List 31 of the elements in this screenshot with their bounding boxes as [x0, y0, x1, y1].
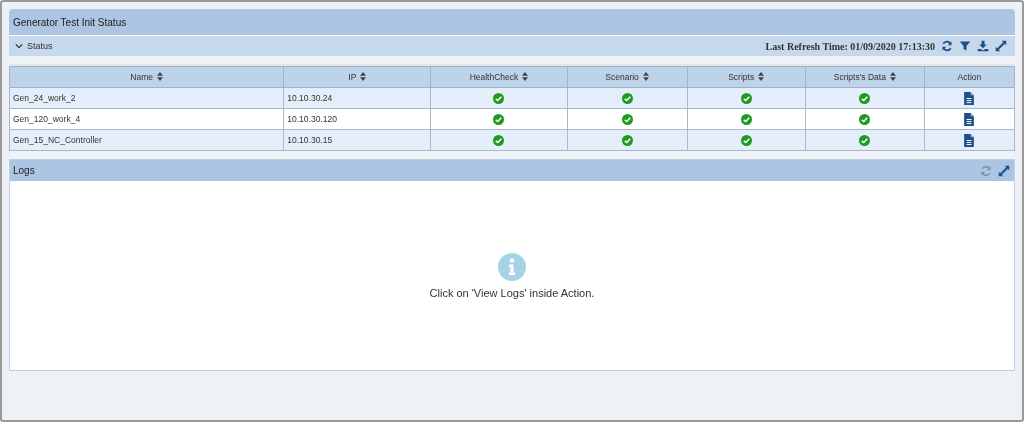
sort-icon [360, 72, 367, 81]
filter-icon[interactable] [959, 40, 971, 52]
expand-icon[interactable] [998, 164, 1010, 177]
column-header[interactable]: HealthCheck [430, 66, 568, 88]
window-title: Generator Test Init Status [13, 16, 127, 28]
column-header[interactable]: Scenario [567, 66, 688, 88]
sort-icon [156, 72, 163, 81]
logs-message: Click on 'View Logs' inside Action. [429, 286, 595, 299]
sort-icon [758, 72, 765, 81]
logs-title: Logs [13, 165, 35, 176]
column-header[interactable]: Name [9, 66, 284, 88]
table-cell: Gen_24_work_2 [9, 87, 284, 109]
download-icon[interactable] [977, 40, 989, 52]
column-header: Action [924, 66, 1015, 88]
document-icon[interactable] [964, 133, 975, 147]
sort-icon [889, 72, 896, 81]
status-toggle[interactable]: Status [13, 41, 55, 51]
last-refresh-time: Last Refresh Time: 01/09/2020 17:13:30 [765, 40, 935, 52]
info-icon [498, 252, 526, 281]
document-icon[interactable] [964, 112, 975, 126]
column-header[interactable]: Scripts [687, 66, 806, 88]
refresh-icon[interactable] [941, 40, 953, 52]
column-header[interactable]: IP [283, 66, 431, 88]
table-cell: Gen_120_work_4 [9, 108, 284, 130]
sort-icon [522, 72, 529, 81]
table-cell: Gen_15_NC_Controller [9, 129, 284, 151]
chevron-icon [15, 42, 23, 50]
column-header[interactable]: Scripts's Data [805, 66, 925, 88]
sort-icon [642, 72, 649, 81]
expand-icon[interactable] [995, 40, 1007, 52]
document-icon[interactable] [964, 91, 975, 105]
